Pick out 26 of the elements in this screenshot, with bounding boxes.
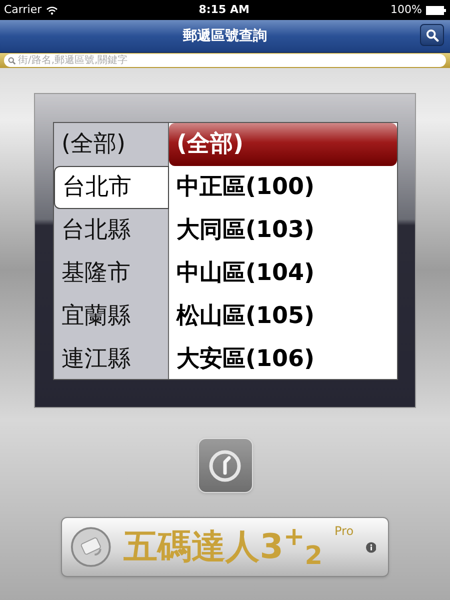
search-icon [426, 28, 438, 42]
city-item[interactable]: 台北市 [54, 166, 168, 208]
info-icon[interactable] [366, 542, 376, 552]
city-item[interactable]: 基隆市 [54, 252, 168, 294]
carrier-label: Carrier [4, 2, 42, 18]
wifi-icon [46, 6, 58, 14]
city-item[interactable]: 連江縣 [54, 338, 168, 378]
city-item[interactable]: 台北縣 [54, 208, 168, 252]
district-item[interactable]: 大安區(106) [168, 338, 396, 378]
history-button[interactable] [198, 438, 252, 493]
edition-label: Pro [334, 523, 354, 540]
district-item[interactable]: 中正區(100) [168, 166, 396, 208]
clock-icon [208, 448, 242, 482]
city-item[interactable]: 宜蘭縣 [54, 294, 168, 338]
battery-percent: 100% [390, 2, 422, 18]
battery-icon [426, 6, 446, 14]
city-item[interactable]: (全部) [54, 122, 168, 166]
district-item[interactable]: 松山區(105) [168, 294, 396, 338]
search-button[interactable] [420, 24, 444, 46]
nav-title: 郵遞區號查詢 [183, 26, 267, 46]
district-item[interactable]: 中山區(104) [168, 252, 396, 294]
search-icon [8, 56, 16, 64]
district-item[interactable]: 大同區(103) [168, 208, 396, 252]
district-item[interactable]: (全部) [168, 122, 396, 166]
clock-time: 8:15 AM [198, 2, 250, 18]
search-field[interactable]: 街/路名,郵遞區號,關鍵字 [4, 54, 446, 67]
